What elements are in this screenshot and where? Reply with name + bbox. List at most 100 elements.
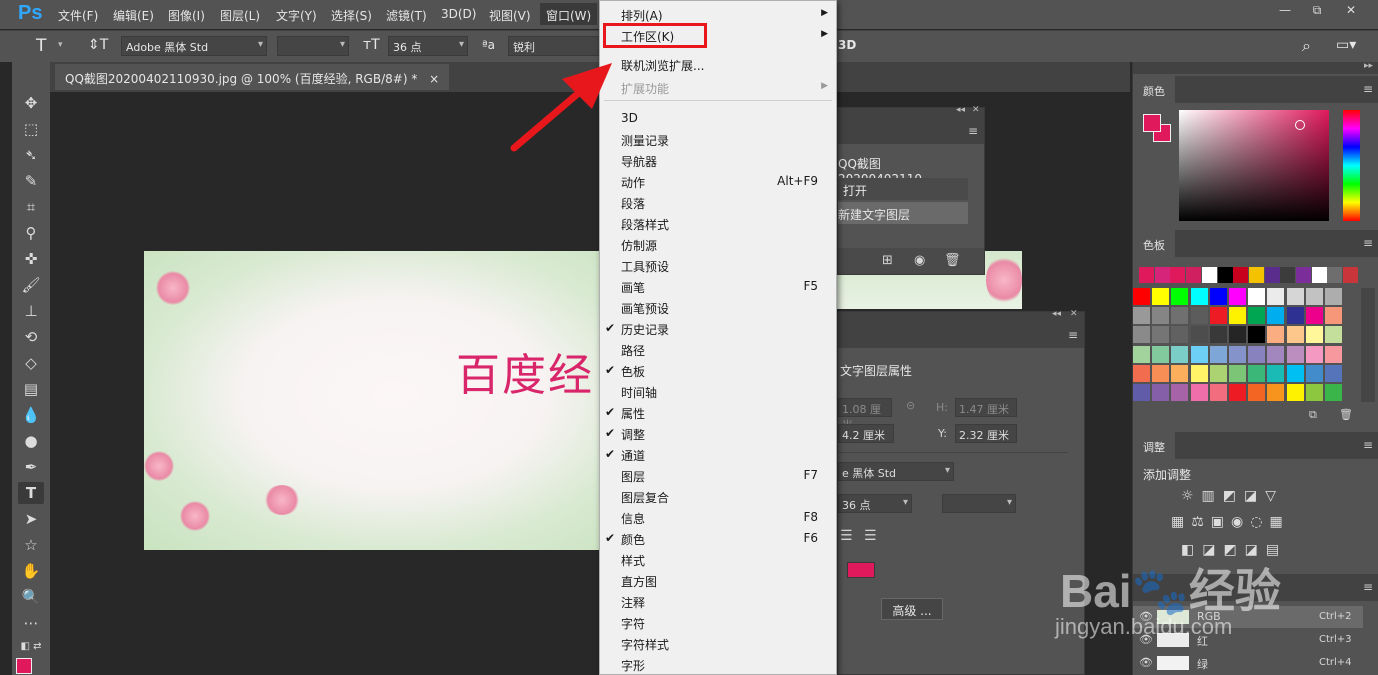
anti-alias-select[interactable]: 锐利: [508, 36, 600, 56]
swatch[interactable]: [1133, 384, 1150, 401]
swatch[interactable]: [1325, 288, 1342, 305]
collapse-icon[interactable]: ◂◂: [956, 105, 965, 115]
3d-button[interactable]: 3D: [838, 38, 856, 52]
swatch[interactable]: [1229, 345, 1246, 363]
swatch[interactable]: [1305, 364, 1323, 382]
recent-swatch[interactable]: [1248, 267, 1264, 283]
swatch[interactable]: [1229, 364, 1246, 382]
dodge-tool-icon[interactable]: ●: [18, 430, 44, 452]
swatch[interactable]: [1190, 384, 1208, 401]
menu-image[interactable]: 图像(I): [168, 7, 205, 24]
healing-tool-icon[interactable]: ✜: [18, 248, 44, 270]
menu-item-panel[interactable]: 段落: [600, 193, 836, 213]
link-icon[interactable]: ⊝: [906, 399, 915, 412]
font-family-select[interactable]: Adobe 黑体 Std ▾: [121, 36, 267, 56]
recent-swatch[interactable]: [1201, 267, 1217, 283]
hue-slider[interactable]: [1343, 110, 1360, 221]
menu-filter[interactable]: 滤镜(T): [386, 7, 427, 24]
collapse-icon[interactable]: ◂◂: [1052, 309, 1061, 319]
menu-item-panel[interactable]: 字符样式: [600, 634, 836, 654]
pen-tool-icon[interactable]: ✒: [18, 456, 44, 478]
swatch[interactable]: [1267, 345, 1285, 363]
swatch[interactable]: [1286, 307, 1304, 325]
font-family-select[interactable]: e 黑体 Std ▾: [838, 462, 954, 481]
stamp-tool-icon[interactable]: ⊥: [18, 300, 44, 322]
y-field[interactable]: 2.32 厘米: [955, 424, 1017, 443]
menu-item-panel[interactable]: 路径: [600, 340, 836, 360]
close-icon[interactable]: ✕: [972, 105, 980, 115]
recent-swatch[interactable]: [1233, 267, 1249, 283]
swatch[interactable]: [1152, 307, 1170, 325]
font-style-select[interactable]: ▾: [277, 36, 349, 56]
menu-item-panel[interactable]: 画笔 F5: [600, 277, 836, 297]
menu-item-panel[interactable]: ✔ 色板: [600, 361, 836, 381]
recent-swatch[interactable]: [1170, 267, 1186, 283]
font-size-select[interactable]: 36 点 ▾: [838, 494, 912, 513]
menu-item-panel[interactable]: 3D: [600, 109, 836, 129]
swatch[interactable]: [1171, 364, 1189, 382]
swatch[interactable]: [1229, 288, 1246, 305]
menu-item-panel[interactable]: ✔ 调整: [600, 424, 836, 444]
history-snapshot[interactable]: QQ截图20200402110...: [838, 150, 968, 186]
menu-item-panel[interactable]: ✔ 历史记录: [600, 319, 836, 339]
panel-menu-icon[interactable]: ≡: [1363, 438, 1373, 452]
swatch[interactable]: [1248, 288, 1266, 305]
lasso-tool-icon[interactable]: ➴: [18, 144, 44, 166]
text-color-swatch[interactable]: [847, 562, 875, 578]
align-right-icon[interactable]: ☰: [864, 528, 877, 544]
menu-view[interactable]: 视图(V): [489, 7, 531, 24]
panel-title-bar[interactable]: ◂◂ ✕: [838, 105, 984, 118]
eyedropper-tool-icon[interactable]: ⚲: [18, 222, 44, 244]
close-icon[interactable]: ✕: [1070, 309, 1078, 319]
menu-item-panel[interactable]: 样式: [600, 550, 836, 570]
menu-type[interactable]: 文字(Y): [276, 7, 317, 24]
minimize-button[interactable]: —: [1270, 0, 1300, 20]
swatch[interactable]: [1190, 345, 1208, 363]
menu-item-panel[interactable]: ✔ 通道: [600, 445, 836, 465]
menu-item-panel[interactable]: 字形: [600, 655, 836, 675]
menu-item-panel[interactable]: ✔ 属性: [600, 403, 836, 423]
menu-window[interactable]: 窗口(W): [540, 3, 598, 25]
restore-button[interactable]: ⧉: [1302, 0, 1332, 20]
brush-tool-icon[interactable]: 🖌: [18, 274, 44, 296]
swatch[interactable]: [1305, 384, 1323, 401]
align-center-icon[interactable]: ☰: [840, 528, 853, 544]
type-tool-preset-icon[interactable]: T: [36, 36, 46, 56]
swatch[interactable]: [1248, 345, 1266, 363]
swatch[interactable]: [1133, 345, 1150, 363]
swatch[interactable]: [1152, 364, 1170, 382]
color-field[interactable]: [1179, 110, 1329, 221]
swatch[interactable]: [1209, 288, 1227, 305]
swatch[interactable]: [1133, 288, 1150, 305]
swap-colors-icon[interactable]: ◧ ⇄: [18, 636, 44, 658]
hand-tool-icon[interactable]: ✋: [18, 560, 44, 582]
adjustment-icons-row-1[interactable]: ☼▥◩◪▽: [1181, 488, 1284, 504]
panel-menu-icon[interactable]: ≡: [1363, 82, 1373, 96]
swatch[interactable]: [1305, 345, 1323, 363]
recent-swatch[interactable]: [1264, 267, 1280, 283]
close-button[interactable]: ✕: [1336, 0, 1366, 20]
foreground-color-chip[interactable]: [1143, 114, 1161, 132]
swatch[interactable]: [1209, 326, 1227, 344]
swatch[interactable]: [1305, 326, 1323, 344]
swatch[interactable]: [1133, 364, 1150, 382]
menu-select[interactable]: 选择(S): [331, 7, 372, 24]
zoom-tool-icon[interactable]: 🔍: [18, 586, 44, 608]
panel-menu-icon[interactable]: ≡: [1363, 580, 1373, 594]
shape-tool-icon[interactable]: ☆: [18, 534, 44, 556]
blur-tool-icon[interactable]: 💧: [18, 404, 44, 426]
swatch[interactable]: [1325, 345, 1342, 363]
swatch[interactable]: [1190, 288, 1208, 305]
recent-swatch[interactable]: [1186, 267, 1202, 283]
swatch[interactable]: [1286, 326, 1304, 344]
swatch[interactable]: [1133, 307, 1150, 325]
recent-swatch[interactable]: [1217, 267, 1233, 283]
tab-adjustments[interactable]: 调整: [1133, 432, 1175, 459]
swatch[interactable]: [1286, 364, 1304, 382]
menu-item-panel[interactable]: 仿制源: [600, 235, 836, 255]
swatch[interactable]: [1267, 364, 1285, 382]
swatch[interactable]: [1152, 288, 1170, 305]
swatch[interactable]: [1190, 364, 1208, 382]
search-icon[interactable]: ⌕: [1302, 36, 1311, 56]
swatch[interactable]: [1286, 384, 1304, 401]
